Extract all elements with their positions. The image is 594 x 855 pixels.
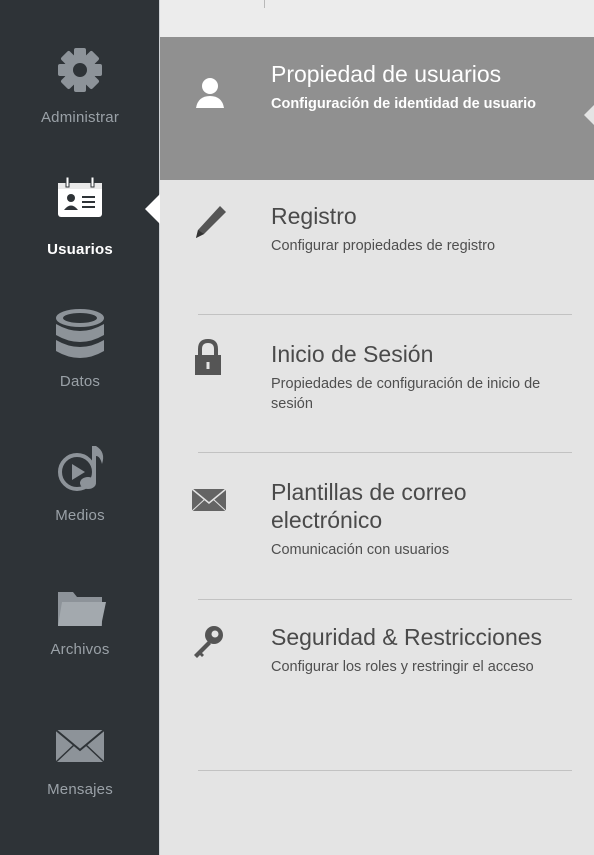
divider	[264, 0, 265, 8]
menu-item-seguridad-restricciones[interactable]: Seguridad & Restricciones Configurar los…	[160, 600, 594, 771]
menu-item-description: Propiedades de configuración de inicio d…	[271, 376, 541, 412]
sidebar-item-label: Mensajes	[47, 781, 113, 798]
pen-icon	[196, 206, 226, 238]
app-window: Administrar Usuarios Datos Medios Archiv…	[0, 0, 594, 855]
menu-item-plantillas-de-correo[interactable]: Plantillas de correo electrónico Comunic…	[160, 453, 594, 600]
user-icon	[196, 78, 224, 108]
lock-icon	[195, 338, 221, 375]
menu-item-title: Inicio de Sesión	[271, 341, 434, 367]
menu-item-description: Configurar los roles y restringir el acc…	[271, 659, 534, 675]
panel-top-strip	[160, 0, 594, 37]
divider	[198, 770, 572, 771]
folder-icon	[58, 592, 106, 626]
menu-item-title: Propiedad de usuarios	[271, 61, 502, 87]
gear-icon	[58, 48, 102, 92]
menu-item-title: Registro	[271, 203, 357, 229]
menu-item-description: Comunicación con usuarios	[271, 542, 450, 558]
sidebar-item-archivos[interactable]: Archivos	[0, 572, 160, 702]
menu-item-title: Seguridad & Restricciones	[271, 624, 543, 650]
database-icon	[56, 309, 104, 358]
menu-item-title: Plantillas de correo electrónico	[271, 479, 467, 533]
sidebar-item-medios[interactable]: Medios	[0, 438, 160, 568]
sidebar-item-datos[interactable]: Datos	[0, 304, 160, 434]
key-icon	[194, 626, 223, 658]
menu-item-inicio-de-sesion[interactable]: Inicio de Sesión Propiedades de configur…	[160, 315, 594, 453]
menu-item-registro[interactable]: Registro Configurar propiedades de regis…	[160, 180, 594, 315]
menu-item-description: Configuración de identidad de usuario	[271, 96, 537, 112]
sidebar-item-label: Administrar	[40, 109, 120, 126]
sidebar-item-usuarios[interactable]: Usuarios	[0, 172, 160, 302]
menu-item-description: Configurar propiedades de registro	[271, 238, 496, 254]
envelope-icon	[191, 488, 227, 512]
media-icon	[58, 446, 104, 491]
selection-pointer	[584, 105, 594, 125]
menu-item-propiedad-de-usuarios[interactable]: Propiedad de usuarios Configuración de i…	[160, 37, 594, 180]
sidebar-item-mensajes[interactable]: Mensajes	[0, 712, 160, 842]
sidebar-item-administrar[interactable]: Administrar	[0, 40, 160, 170]
users-settings-panel: Propiedad de usuarios Configuración de i…	[160, 0, 594, 855]
active-item-pointer	[145, 194, 160, 224]
sidebar-item-label: Archivos	[50, 641, 110, 658]
sidebar-item-label: Medios	[55, 507, 105, 524]
sidebar-item-label: Datos	[59, 373, 101, 390]
main-sidebar: Administrar Usuarios Datos Medios Archiv…	[0, 0, 160, 855]
sidebar-item-label: Usuarios	[47, 241, 113, 258]
envelope-icon	[55, 729, 105, 763]
user-card-icon	[58, 176, 102, 217]
